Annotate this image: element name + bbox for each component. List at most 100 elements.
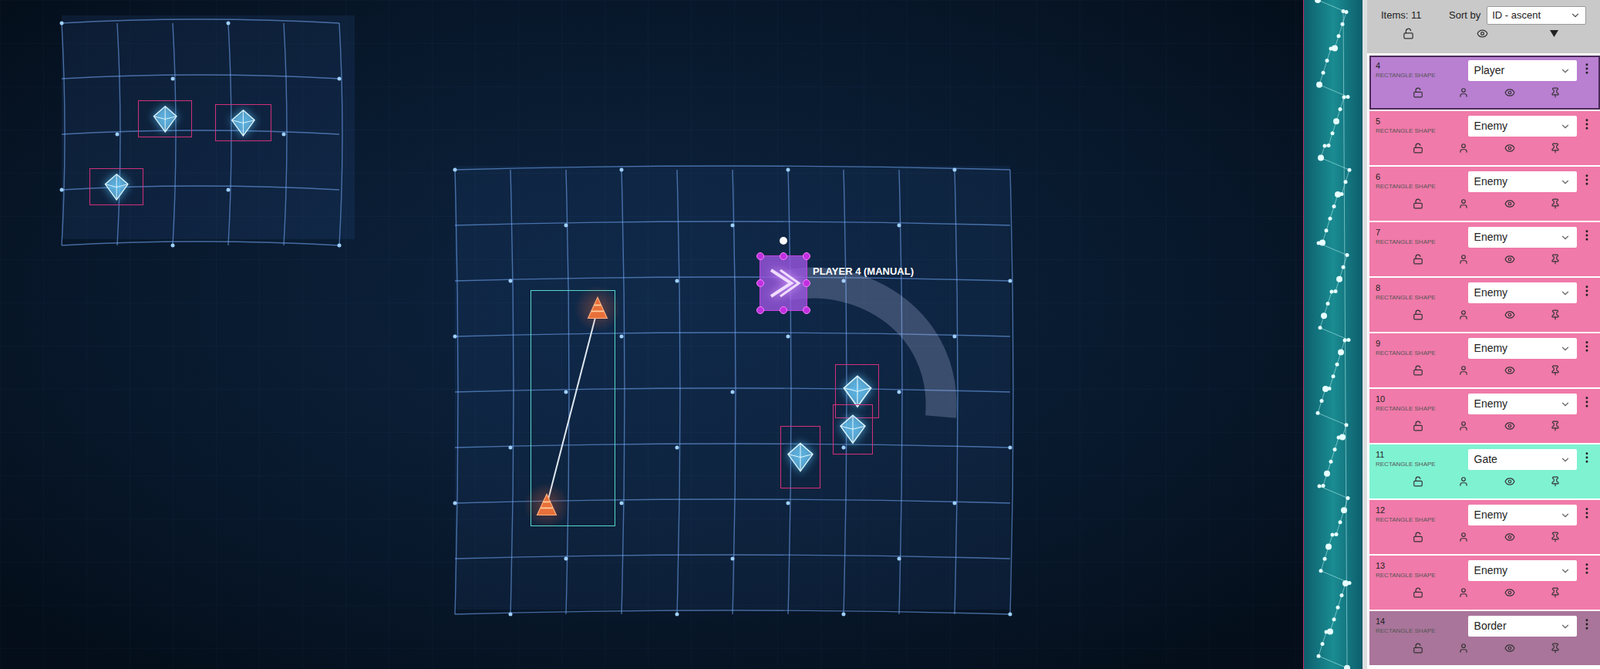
lock-open-icon[interactable] — [1412, 87, 1424, 98]
lock-open-icon[interactable] — [1412, 475, 1424, 487]
enemy-shape[interactable] — [780, 425, 821, 489]
user-icon[interactable] — [1458, 364, 1469, 376]
more-icon[interactable] — [1579, 337, 1594, 355]
more-icon[interactable] — [1579, 282, 1594, 300]
role-dropdown[interactable]: Gate — [1468, 448, 1578, 470]
user-icon[interactable] — [1458, 420, 1469, 432]
pin-icon[interactable] — [1549, 586, 1561, 598]
more-icon[interactable] — [1579, 559, 1594, 577]
eye-icon[interactable] — [1504, 364, 1516, 376]
pin-icon[interactable] — [1549, 309, 1561, 320]
user-icon[interactable] — [1458, 642, 1469, 654]
item-row[interactable]: 12RECTANGLE SHAPEEnemy — [1369, 499, 1600, 554]
pin-icon[interactable] — [1549, 364, 1561, 376]
resize-handle[interactable] — [802, 306, 811, 314]
item-row[interactable]: 6RECTANGLE SHAPEEnemy — [1369, 166, 1600, 221]
role-dropdown[interactable]: Enemy — [1468, 559, 1578, 581]
role-dropdown[interactable]: Enemy — [1468, 282, 1578, 304]
item-row[interactable]: 13RECTANGLE SHAPEEnemy — [1369, 555, 1600, 610]
pin-icon[interactable] — [1549, 420, 1561, 432]
more-icon[interactable] — [1579, 226, 1594, 244]
triangle-down-icon[interactable] — [1549, 30, 1559, 38]
user-icon[interactable] — [1458, 475, 1469, 487]
pin-icon[interactable] — [1549, 642, 1561, 654]
lock-open-icon[interactable] — [1412, 309, 1424, 320]
eye-icon[interactable] — [1476, 27, 1489, 40]
lock-open-icon[interactable] — [1412, 142, 1424, 154]
item-row[interactable]: 10RECTANGLE SHAPEEnemy — [1369, 388, 1600, 443]
eye-icon[interactable] — [1504, 642, 1516, 654]
lock-open-icon[interactable] — [1412, 642, 1424, 654]
more-icon[interactable] — [1579, 448, 1594, 466]
enemy-shape[interactable] — [138, 100, 192, 138]
lock-open-icon[interactable] — [1412, 420, 1424, 432]
item-row[interactable]: 9RECTANGLE SHAPEEnemy — [1369, 333, 1600, 388]
enemy-shape[interactable] — [215, 104, 272, 142]
lock-open-icon[interactable] — [1412, 253, 1424, 265]
more-icon[interactable] — [1579, 171, 1594, 189]
lock-open-icon[interactable] — [1412, 586, 1424, 598]
eye-icon[interactable] — [1504, 142, 1516, 154]
more-icon[interactable] — [1579, 615, 1594, 633]
player-shape[interactable] — [760, 256, 807, 310]
role-dropdown[interactable]: Enemy — [1468, 337, 1578, 359]
more-icon[interactable] — [1579, 60, 1594, 78]
eye-icon[interactable] — [1504, 198, 1516, 209]
user-icon[interactable] — [1458, 87, 1469, 98]
role-dropdown[interactable]: Enemy — [1468, 226, 1578, 248]
resize-handle[interactable] — [802, 279, 811, 287]
user-icon[interactable] — [1458, 142, 1469, 154]
resize-handle[interactable] — [756, 306, 765, 314]
role-dropdown[interactable]: Border — [1468, 615, 1578, 637]
eye-icon[interactable] — [1504, 87, 1516, 98]
role-dropdown[interactable]: Enemy — [1468, 171, 1578, 192]
more-icon[interactable] — [1579, 504, 1594, 522]
resize-handle[interactable] — [756, 279, 765, 287]
lock-open-icon[interactable] — [1412, 364, 1424, 376]
sort-dropdown[interactable]: ID - ascent — [1486, 6, 1587, 25]
eye-icon[interactable] — [1504, 475, 1516, 487]
lock-open-icon[interactable] — [1412, 198, 1424, 209]
eye-icon[interactable] — [1504, 586, 1516, 598]
role-dropdown[interactable]: Player — [1468, 60, 1578, 81]
game-canvas[interactable]: PLAYER 4 (MANUAL) — [0, 0, 1304, 669]
role-dropdown[interactable]: Enemy — [1468, 393, 1578, 415]
pin-icon[interactable] — [1549, 253, 1561, 265]
item-row[interactable]: 7RECTANGLE SHAPEEnemy — [1369, 222, 1600, 277]
pin-icon[interactable] — [1549, 475, 1561, 487]
item-row[interactable]: 14RECTANGLE SHAPEBorder — [1369, 610, 1600, 665]
gate-cone[interactable] — [574, 285, 621, 332]
gate-cone[interactable] — [523, 481, 570, 529]
pin-icon[interactable] — [1549, 198, 1561, 209]
item-row[interactable]: 5RECTANGLE SHAPEEnemy — [1369, 111, 1600, 166]
resize-handle[interactable] — [779, 252, 788, 260]
eye-icon[interactable] — [1504, 420, 1516, 432]
enemy-shape[interactable] — [89, 168, 144, 206]
more-icon[interactable] — [1579, 393, 1594, 411]
user-icon[interactable] — [1458, 586, 1469, 598]
resize-handle[interactable] — [802, 252, 811, 260]
more-icon[interactable] — [1579, 115, 1594, 133]
eye-icon[interactable] — [1504, 253, 1516, 265]
pin-icon[interactable] — [1549, 87, 1561, 98]
user-icon[interactable] — [1458, 253, 1469, 265]
role-dropdown[interactable]: Enemy — [1468, 504, 1578, 526]
pin-icon[interactable] — [1549, 531, 1561, 543]
user-icon[interactable] — [1458, 309, 1469, 320]
enemy-shape[interactable] — [832, 404, 873, 455]
role-dropdown[interactable]: Enemy — [1468, 115, 1578, 137]
item-row[interactable]: 11RECTANGLE SHAPEGate — [1369, 444, 1600, 499]
resize-handle[interactable] — [756, 252, 765, 260]
item-row[interactable]: 4RECTANGLE SHAPEPlayer — [1369, 55, 1600, 110]
eye-icon[interactable] — [1504, 309, 1516, 320]
rotate-handle[interactable] — [779, 236, 788, 245]
item-row[interactable]: 8RECTANGLE SHAPEEnemy — [1369, 277, 1600, 332]
lock-open-icon[interactable] — [1402, 27, 1415, 40]
lock-open-icon[interactable] — [1412, 531, 1424, 543]
item-id: 8 — [1375, 282, 1469, 294]
user-icon[interactable] — [1458, 198, 1469, 209]
pin-icon[interactable] — [1549, 142, 1561, 154]
user-icon[interactable] — [1458, 531, 1469, 543]
eye-icon[interactable] — [1504, 531, 1516, 543]
resize-handle[interactable] — [779, 306, 788, 314]
